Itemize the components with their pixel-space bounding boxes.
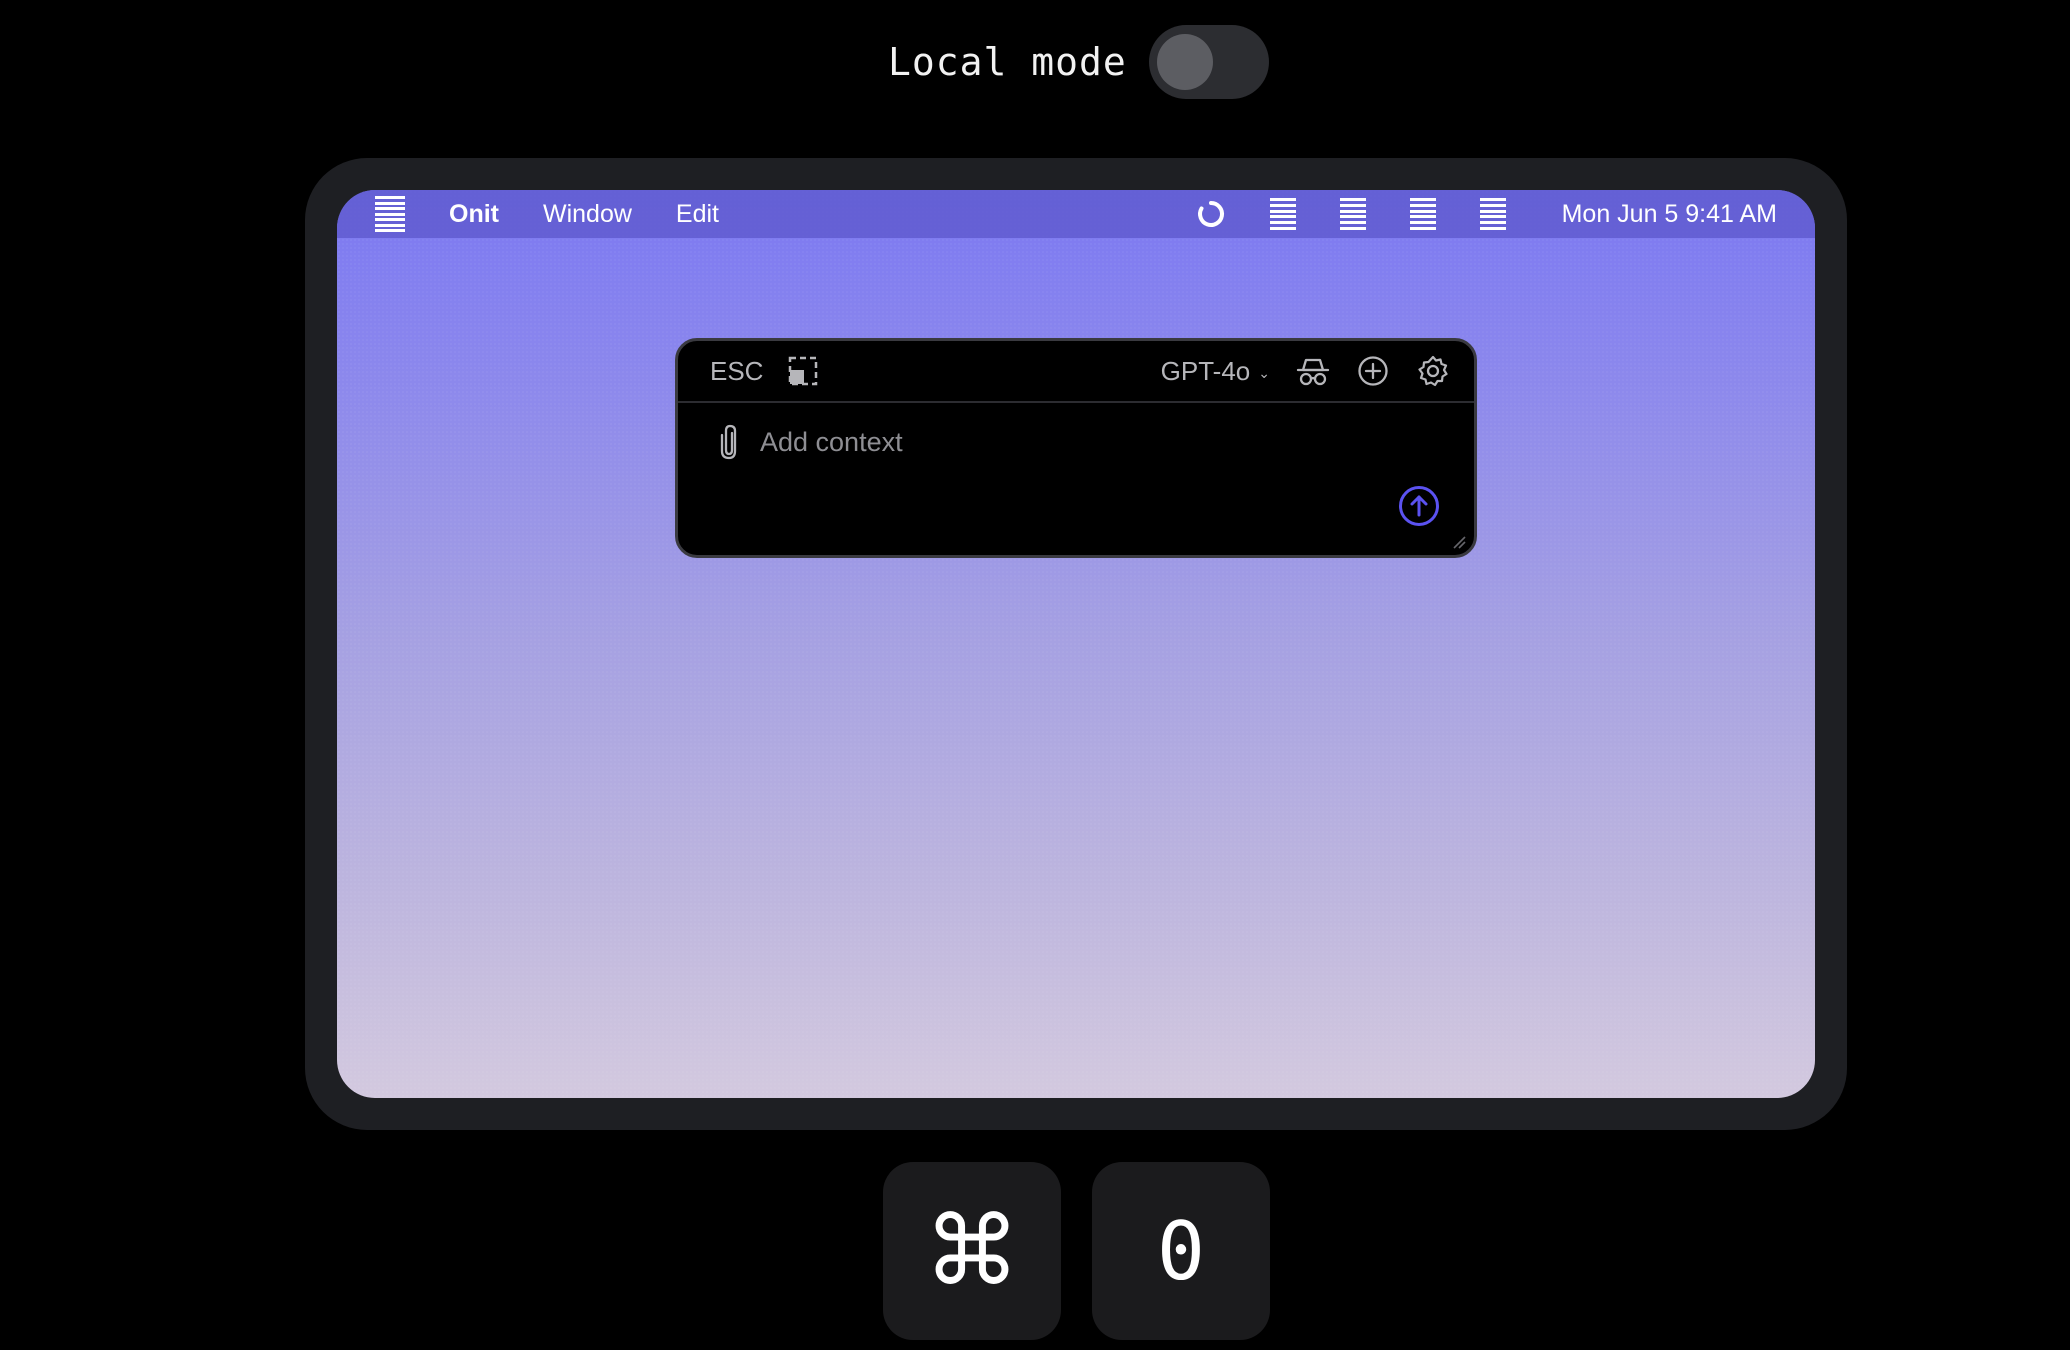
esc-button[interactable]: ESC (710, 356, 763, 387)
resize-handle-icon[interactable] (1452, 535, 1466, 549)
new-chat-icon[interactable] (1356, 354, 1390, 388)
panel-body: Add context (678, 403, 1474, 557)
menu-extra-icon[interactable] (1409, 198, 1436, 230)
desktop-screen: Onit Window Edit Mon Jun 5 9:41 AM ESC G… (337, 190, 1815, 1098)
add-context-label: Add context (760, 426, 903, 457)
local-mode-label: Local mode (888, 40, 1127, 84)
menu-item-app[interactable]: Onit (449, 200, 499, 229)
menu-bar: Onit Window Edit Mon Jun 5 9:41 AM (337, 190, 1815, 238)
panel-toolbar-right: GPT-4o ⌄ (1161, 354, 1450, 388)
selection-icon[interactable] (787, 355, 819, 387)
incognito-icon[interactable] (1296, 354, 1330, 388)
send-icon[interactable] (1398, 485, 1440, 527)
menu-item-window[interactable]: Window (543, 200, 632, 229)
zero-key: 0 (1092, 1162, 1270, 1340)
stage: Local mode Onit Window Edit Mon Jun 5 9:… (0, 0, 2070, 1350)
model-selector[interactable]: GPT-4o ⌄ (1161, 356, 1270, 387)
add-context-row[interactable]: Add context (714, 423, 903, 461)
apple-menu-icon[interactable] (375, 194, 405, 234)
menu-bar-extras: Mon Jun 5 9:41 AM (1196, 198, 1777, 230)
menu-item-edit[interactable]: Edit (676, 200, 719, 229)
command-key: ⌘ (883, 1162, 1061, 1340)
command-key-label: ⌘ (924, 1195, 1020, 1307)
loading-icon[interactable] (1196, 199, 1226, 229)
toggle-knob (1156, 34, 1213, 90)
settings-icon[interactable] (1416, 354, 1450, 388)
onit-prompt-panel: ESC GPT-4o ⌄ Add context (675, 338, 1477, 558)
local-mode-toggle[interactable] (1148, 25, 1269, 99)
menu-bar-clock[interactable]: Mon Jun 5 9:41 AM (1562, 200, 1777, 229)
menu-extra-icon[interactable] (1269, 198, 1296, 230)
zero-key-label: 0 (1156, 1204, 1206, 1298)
local-mode-control: Local mode (888, 24, 1269, 100)
panel-toolbar: ESC GPT-4o ⌄ (678, 341, 1474, 403)
model-label: GPT-4o (1160, 355, 1251, 386)
menu-extra-icon[interactable] (1339, 198, 1366, 230)
device-frame: Onit Window Edit Mon Jun 5 9:41 AM ESC G… (305, 158, 1847, 1130)
menu-extra-icon[interactable] (1479, 198, 1506, 230)
chevron-down-icon: ⌄ (1258, 364, 1270, 381)
paperclip-icon (720, 424, 737, 460)
